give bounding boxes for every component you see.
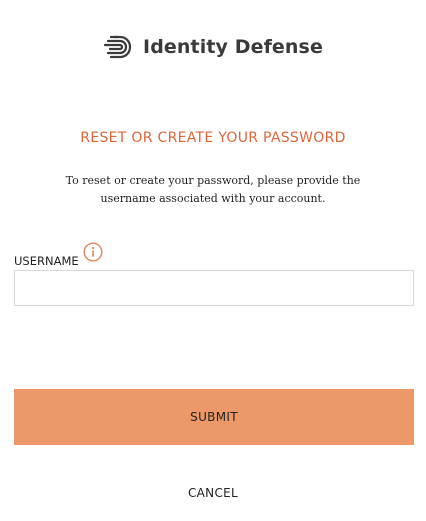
instructions-text: To reset or create your password, please… (65, 174, 361, 205)
brand-name: Identity Defense (143, 36, 323, 58)
info-icon[interactable] (83, 242, 103, 267)
cancel-link[interactable]: CANCEL (0, 486, 426, 500)
fingerprint-icon (103, 34, 133, 60)
brand-logo: Identity Defense (0, 34, 426, 60)
username-input[interactable] (14, 270, 414, 306)
submit-button[interactable]: SUBMIT (14, 389, 414, 445)
page-title: RESET OR CREATE YOUR PASSWORD (80, 130, 346, 146)
username-label-row: USERNAME (14, 240, 103, 268)
username-label: USERNAME (14, 254, 79, 268)
